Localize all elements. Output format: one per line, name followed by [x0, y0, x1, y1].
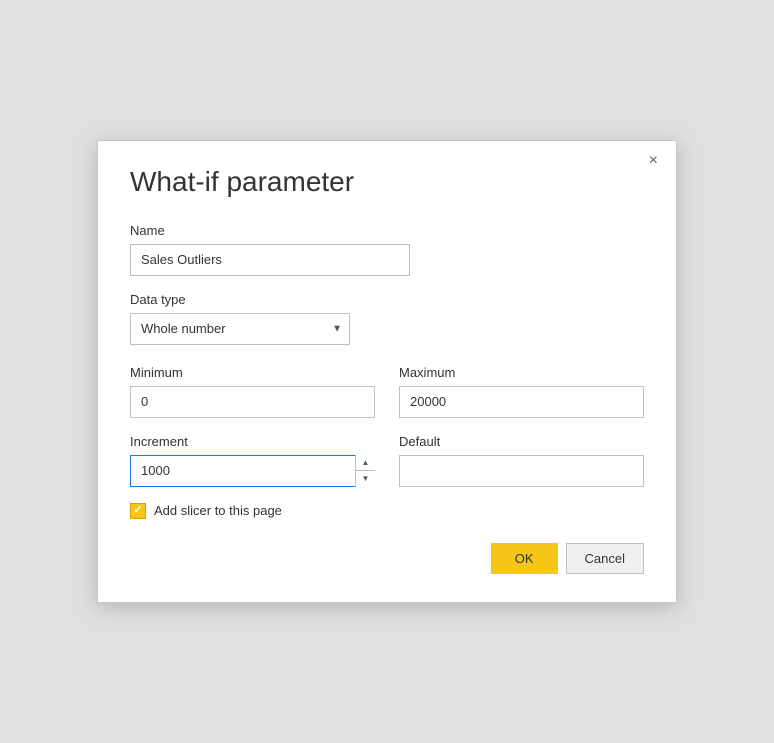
close-button[interactable]: ×: [645, 151, 662, 171]
default-label: Default: [399, 434, 644, 449]
increment-input[interactable]: [130, 455, 375, 487]
increment-col: Increment ▲ ▼: [130, 434, 375, 487]
default-col: Default: [399, 434, 644, 487]
data-type-section: Data type Whole number Decimal number Fi…: [130, 292, 644, 345]
maximum-col: Maximum: [399, 365, 644, 418]
maximum-input[interactable]: [399, 386, 644, 418]
min-max-row: Minimum Maximum: [130, 365, 644, 418]
data-type-wrapper: Whole number Decimal number Fixed decima…: [130, 313, 350, 345]
checkmark-icon: ✓: [133, 505, 142, 516]
default-input[interactable]: [399, 455, 644, 487]
dialog-overlay: × What-if parameter Name Data type Whole…: [0, 0, 774, 743]
name-section: Name: [130, 223, 644, 276]
spinner-up-button[interactable]: ▲: [356, 455, 375, 472]
add-slicer-row: ✓ Add slicer to this page: [130, 503, 644, 519]
dialog-title: What-if parameter: [130, 165, 644, 199]
increment-default-row: Increment ▲ ▼ Default: [130, 434, 644, 487]
increment-label: Increment: [130, 434, 375, 449]
minimum-col: Minimum: [130, 365, 375, 418]
data-type-select[interactable]: Whole number Decimal number Fixed decima…: [130, 313, 350, 345]
increment-spinner: ▲ ▼: [130, 455, 375, 487]
data-type-label: Data type: [130, 292, 644, 307]
cancel-button[interactable]: Cancel: [566, 543, 644, 574]
dialog-footer: OK Cancel: [130, 543, 644, 574]
minimum-label: Minimum: [130, 365, 375, 380]
what-if-dialog: × What-if parameter Name Data type Whole…: [97, 140, 677, 603]
add-slicer-checkbox[interactable]: ✓: [130, 503, 146, 519]
name-label: Name: [130, 223, 644, 238]
spinner-down-button[interactable]: ▼: [356, 471, 375, 487]
add-slicer-label: Add slicer to this page: [154, 503, 282, 518]
minimum-input[interactable]: [130, 386, 375, 418]
name-input[interactable]: [130, 244, 410, 276]
maximum-label: Maximum: [399, 365, 644, 380]
ok-button[interactable]: OK: [491, 543, 558, 574]
spinner-buttons: ▲ ▼: [355, 455, 375, 487]
